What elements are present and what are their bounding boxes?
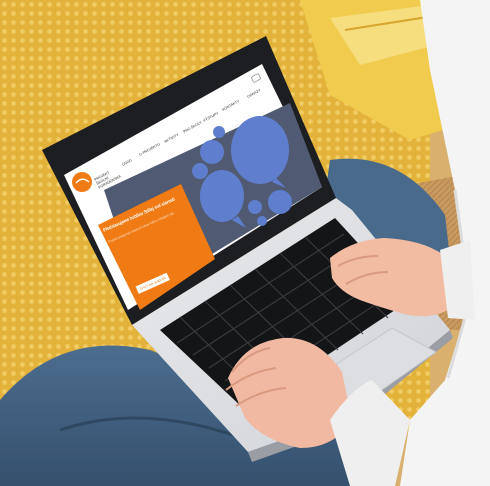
bubble-large bbox=[231, 116, 289, 184]
bubble-small-3 bbox=[268, 190, 292, 214]
bubble-small-1 bbox=[200, 140, 224, 164]
photo-scene: PROJEKT ŠKOLNÍ PORADENSKÁ ÚVOD O PROJEKT… bbox=[0, 0, 490, 486]
bubble-small-2 bbox=[192, 163, 208, 179]
bubble-small-5 bbox=[257, 216, 267, 226]
bubble-small-4 bbox=[248, 200, 262, 214]
bubble-medium bbox=[200, 170, 244, 222]
bubble-small-6 bbox=[213, 126, 225, 138]
